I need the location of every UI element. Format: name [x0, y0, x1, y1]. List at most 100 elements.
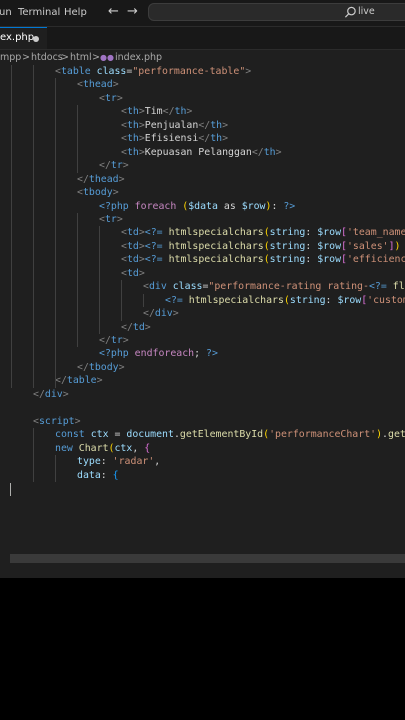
editor-tab-bar: ex.php — [0, 27, 405, 50]
code-token: $data — [188, 200, 218, 212]
code-token: table — [60, 66, 91, 77]
code-token: thead — [82, 79, 113, 91]
code-token: <?= — [144, 254, 163, 266]
code-token: foreach — [128, 200, 177, 212]
code-token: as — [217, 200, 242, 212]
indent-guide — [33, 65, 34, 388]
code-token: <?= — [144, 240, 163, 252]
code-line: type: 'radar', — [77, 455, 160, 468]
code-token: getElementById — [179, 429, 264, 441]
indent-guide — [77, 212, 78, 348]
code-token: th — [126, 119, 139, 131]
code-token: $row — [317, 240, 342, 252]
code-token: > — [186, 106, 193, 118]
code-token: Tim — [144, 106, 163, 118]
code-token: 'customer_s — [367, 294, 405, 306]
code-token: string — [289, 294, 326, 306]
unsaved-changes-dot-icon[interactable] — [33, 36, 39, 42]
code-token: script — [38, 415, 75, 427]
horizontal-scrollbar[interactable] — [10, 554, 405, 563]
code-token: "performance-rating rating- — [208, 281, 369, 293]
code-token: string — [269, 227, 306, 239]
code-token: td — [126, 267, 139, 279]
code-line: <tr> — [99, 92, 123, 105]
code-line: <?php endforeach; ?> — [99, 347, 218, 360]
code-token: > — [144, 321, 151, 333]
code-token: const — [55, 429, 85, 441]
back-arrow-icon[interactable]: ← — [108, 4, 119, 19]
code-line: </td> — [121, 321, 151, 334]
search-text: live — [358, 6, 375, 17]
forward-arrow-icon[interactable]: → — [127, 4, 138, 19]
code-token: Kepuasan Pelanggan — [144, 146, 252, 158]
code-token: th — [263, 146, 276, 158]
search-icon — [344, 6, 356, 18]
code-token: tr — [110, 335, 123, 346]
code-token: table — [66, 375, 97, 387]
code-token: > — [116, 213, 123, 225]
code-token: htmlspecialchars — [168, 240, 264, 252]
code-token: tbody — [82, 187, 113, 199]
code-token: > — [275, 146, 282, 158]
code-token: : — [100, 456, 113, 468]
code-token: </ — [198, 119, 211, 131]
code-line: <td><?= htmlspecialchars(string: $row['s… — [121, 240, 405, 253]
code-token: > — [118, 361, 125, 373]
code-line: <table class="performance-table"> — [55, 65, 251, 78]
code-token: : — [271, 200, 284, 212]
menu-item-help[interactable]: Help — [64, 7, 87, 18]
code-line: <td><?= htmlspecialchars(string: $row['e… — [121, 253, 405, 266]
code-token: > — [138, 267, 145, 279]
breadcrumb-item-file[interactable]: index.php — [115, 52, 162, 63]
code-token: <?php — [99, 200, 129, 212]
code-token: th — [210, 119, 223, 131]
code-token: document — [126, 429, 174, 441]
code-line: <th>Penjualan</th> — [121, 119, 228, 132]
code-token: > — [118, 173, 125, 185]
code-token: type — [77, 456, 101, 468]
menu-item-terminal[interactable]: Terminal — [18, 7, 60, 18]
code-token: : — [305, 227, 318, 239]
code-line: <script> — [33, 415, 81, 428]
code-token: <?php — [99, 348, 129, 360]
menu-bar: un Terminal Help ← → live — [0, 0, 405, 27]
tab-index-php[interactable]: ex.php — [0, 27, 47, 49]
code-token: new — [55, 442, 73, 454]
code-token: $row — [317, 254, 342, 266]
code-token: = — [108, 429, 127, 441]
chevron-right-icon: > — [22, 52, 30, 63]
code-token: data — [77, 469, 101, 481]
code-token: string — [269, 254, 306, 266]
code-token: ?> — [206, 348, 218, 360]
code-token: </ — [162, 106, 175, 118]
code-line: </table> — [55, 374, 103, 387]
indent-guide — [77, 105, 78, 173]
menu-item-run[interactable]: un — [0, 7, 12, 18]
code-token: 'efficiency' — [346, 254, 405, 266]
indent-guide — [55, 455, 56, 482]
code-token: th — [126, 146, 139, 158]
code-token: th — [174, 106, 187, 118]
breadcrumb-item-htdocs[interactable]: htdocs — [31, 52, 63, 63]
code-token: </ — [33, 388, 45, 400]
code-token: floor — [392, 281, 405, 293]
code-line: <?php foreach ($data as $row): ?> — [99, 200, 295, 213]
code-line: <tbody> — [77, 186, 119, 199]
code-token: </ — [143, 308, 155, 320]
command-center-search[interactable]: live — [148, 3, 405, 21]
code-token: tbody — [88, 361, 119, 373]
code-token: class — [90, 66, 127, 77]
code-token: div — [148, 281, 167, 293]
code-token: </ — [251, 146, 264, 158]
code-token: : — [325, 294, 338, 306]
code-token: <?= — [144, 227, 163, 239]
breadcrumb-item-mpp[interactable]: mpp — [0, 52, 21, 63]
code-token: </ — [99, 160, 111, 172]
code-line: <?= htmlspecialchars(string: $row['custo… — [165, 294, 405, 307]
code-token: </ — [77, 173, 89, 185]
breadcrumb-item-html[interactable]: html — [70, 52, 92, 63]
code-token: tr — [110, 160, 123, 172]
code-token: </ — [198, 133, 211, 145]
tab-label: ex.php — [0, 32, 35, 43]
code-line: </div> — [33, 388, 69, 401]
